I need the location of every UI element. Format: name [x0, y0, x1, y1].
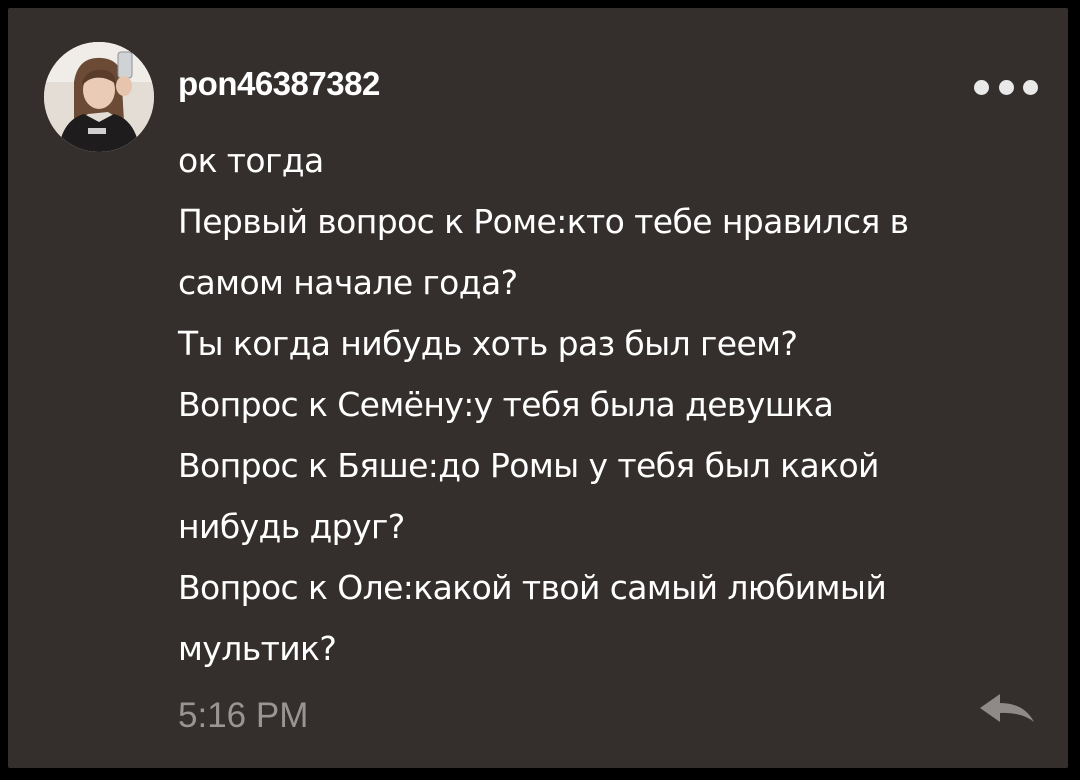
message-line: Ты когда нибудь хоть раз был геем?	[178, 324, 798, 363]
message-line: Вопрос к Бяше:до Ромы у тебя был какой	[178, 446, 879, 485]
dot-1	[974, 79, 989, 95]
message-line: Первый вопрос к Роме:кто тебе нравился в	[178, 202, 909, 241]
timestamp: 5:16 PM	[178, 696, 309, 735]
message-line: Вопрос к Семёну:у тебя была девушка	[178, 385, 834, 424]
message-line: ок тогда	[178, 141, 324, 180]
dot-2	[998, 79, 1014, 95]
message-line: Вопрос к Оле:какой твой самый любимый	[178, 568, 887, 607]
message-card: pon46387382 ок тогда Первый вопрос к Ром…	[8, 8, 1068, 768]
message-text: ок тогда Первый вопрос к Роме:кто тебе н…	[178, 130, 1048, 679]
dot-3	[1023, 79, 1038, 95]
avatar-photo-icon	[44, 42, 154, 152]
avatar[interactable]	[44, 42, 154, 152]
username[interactable]: pon46387382	[178, 65, 380, 103]
more-dots-icon[interactable]	[974, 72, 1038, 102]
message-line: нибудь друг?	[178, 507, 405, 546]
message-line: самом начале года?	[178, 263, 518, 302]
message-line: мультик?	[178, 629, 337, 668]
reply-arrow-icon[interactable]	[976, 692, 1038, 728]
